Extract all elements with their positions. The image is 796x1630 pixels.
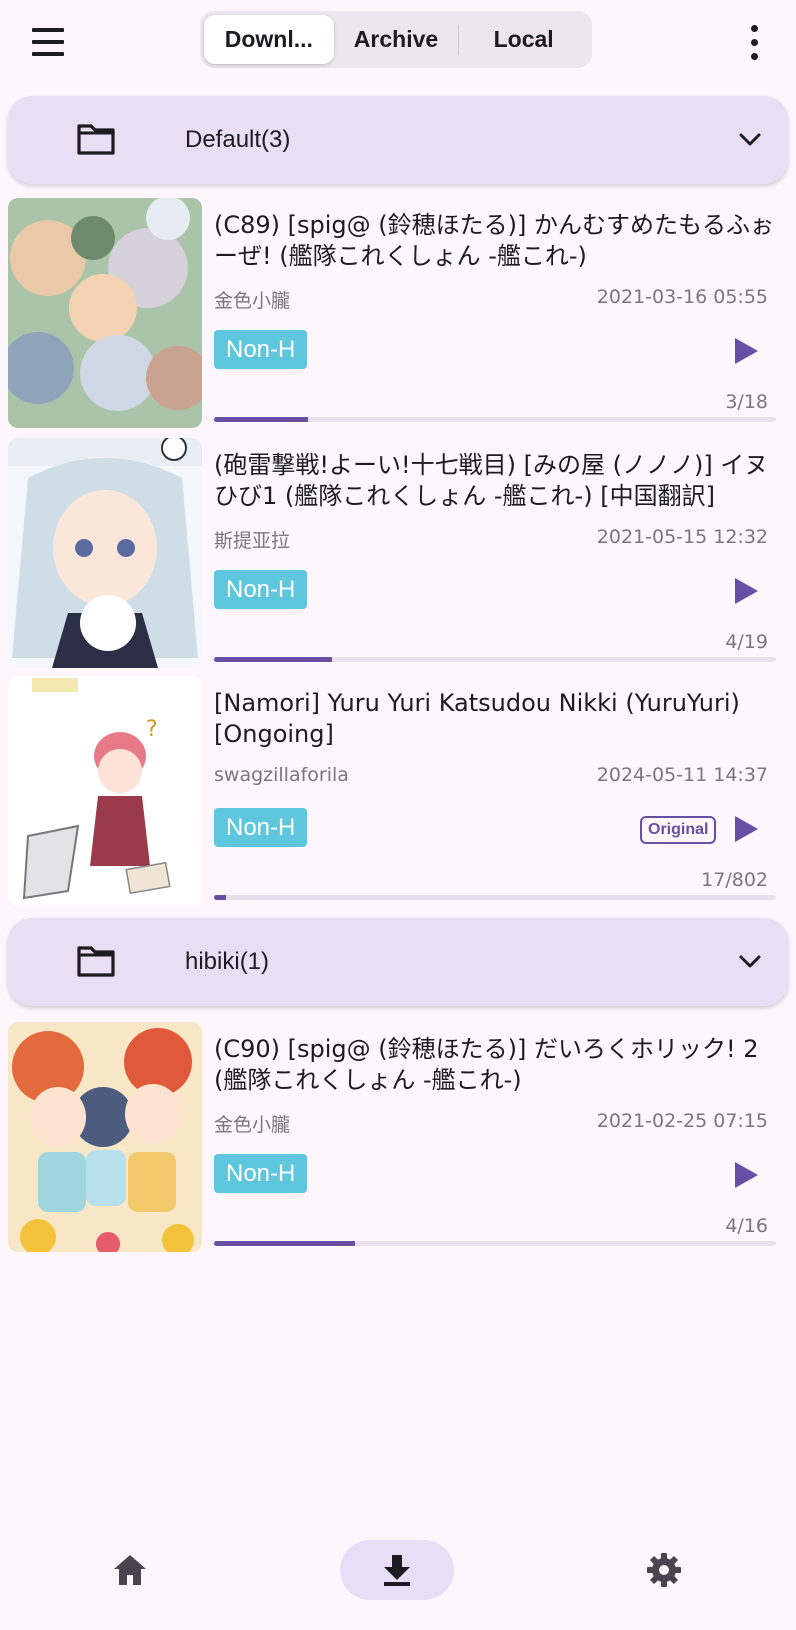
tab-archive[interactable]: Archive: [334, 15, 459, 64]
nav-downloads[interactable]: [340, 1540, 454, 1600]
category-tag: Non-H: [214, 330, 308, 369]
more-vert-icon: [750, 24, 758, 32]
play-icon[interactable]: [732, 336, 760, 366]
read-progress-fill: [214, 1241, 355, 1246]
group-label: hibiki(1): [185, 948, 270, 975]
cover-thumbnail[interactable]: [8, 198, 202, 428]
gallery-title: (C89) [spig@ (鈴穂ほたる)] かんむすめたもるふぉーぜ! (艦隊こ…: [214, 211, 775, 270]
folder-icon: [77, 946, 115, 977]
original-badge: Original: [640, 816, 717, 844]
download-icon: [384, 1555, 410, 1586]
upload-date: 2024-05-11 14:37: [596, 764, 768, 786]
page-count: 17/802: [701, 869, 768, 891]
cover-thumbnail[interactable]: [8, 1022, 202, 1252]
page-count: 4/19: [725, 631, 768, 653]
cover-thumbnail[interactable]: ?: [8, 676, 202, 906]
menu-button[interactable]: [22, 16, 74, 68]
page-count: 3/18: [725, 391, 768, 413]
group-header-hibiki[interactable]: hibiki(1): [8, 918, 788, 1006]
gallery-item[interactable]: ? [Namori] Yuru Yuri Katsudou Nikki (Yur…: [8, 676, 788, 908]
more-options-button[interactable]: [740, 20, 768, 64]
chevron-down-icon[interactable]: [736, 948, 764, 976]
category-tag: Non-H: [214, 808, 308, 847]
read-progress-fill: [214, 657, 333, 662]
download-screen: Downl... Archive Local Default(3) (C89) …: [0, 0, 796, 1630]
nav-home[interactable]: [100, 1540, 160, 1600]
folder-icon: [77, 124, 115, 155]
group-header-default[interactable]: Default(3): [8, 96, 788, 184]
category-tag: Non-H: [214, 570, 308, 609]
gallery-item[interactable]: (砲雷撃戦!よーい!十七戦目) [みの屋 (ノノノ)] イヌひび1 (艦隊これく…: [8, 438, 788, 670]
page-count: 4/16: [725, 1215, 768, 1237]
tab-local[interactable]: Local: [459, 15, 588, 64]
play-icon[interactable]: [732, 576, 760, 606]
uploader-name: swagzillaforila: [214, 764, 349, 786]
gallery-title: [Namori] Yuru Yuri Katsudou Nikki (YuruY…: [214, 689, 740, 748]
play-icon[interactable]: [732, 814, 760, 844]
gallery-item[interactable]: (C90) [spig@ (鈴穂ほたる)] だいろくホリック! 2 (艦隊これく…: [8, 1022, 788, 1254]
read-progress-bar: [214, 1241, 776, 1246]
read-progress-bar: [214, 417, 776, 422]
nav-settings[interactable]: [634, 1540, 694, 1600]
uploader-name: 金色小朧: [214, 290, 291, 312]
top-app-bar: Downl... Archive Local: [0, 0, 796, 84]
settings-icon: [647, 1553, 681, 1587]
chevron-down-icon[interactable]: [736, 126, 764, 154]
source-segmented-control: Downl... Archive Local: [200, 11, 592, 68]
upload-date: 2021-05-15 12:32: [596, 526, 768, 548]
gallery-title: (C90) [spig@ (鈴穂ほたる)] だいろくホリック! 2 (艦隊これく…: [214, 1035, 759, 1094]
read-progress-bar: [214, 657, 776, 662]
home-icon: [114, 1555, 146, 1585]
read-progress-bar: [214, 895, 776, 900]
uploader-name: 金色小朧: [214, 1114, 291, 1136]
gallery-item[interactable]: (C89) [spig@ (鈴穂ほたる)] かんむすめたもるふぉーぜ! (艦隊こ…: [8, 198, 788, 430]
bottom-navigation: [0, 1540, 796, 1630]
category-tag: Non-H: [214, 1154, 308, 1193]
read-progress-fill: [214, 417, 308, 422]
uploader-name: 斯提亚拉: [214, 530, 291, 552]
tab-downloads[interactable]: Downl...: [204, 15, 334, 64]
hamburger-icon: [32, 28, 64, 32]
upload-date: 2021-03-16 05:55: [596, 286, 768, 308]
svg-text:?: ?: [146, 717, 158, 742]
gallery-title: (砲雷撃戦!よーい!十七戦目) [みの屋 (ノノノ)] イヌひび1 (艦隊これく…: [214, 451, 769, 510]
play-icon[interactable]: [732, 1160, 760, 1190]
cover-thumbnail[interactable]: [8, 438, 202, 668]
upload-date: 2021-02-25 07:15: [596, 1110, 768, 1132]
group-label: Default(3): [185, 126, 291, 153]
read-progress-fill: [214, 895, 226, 900]
